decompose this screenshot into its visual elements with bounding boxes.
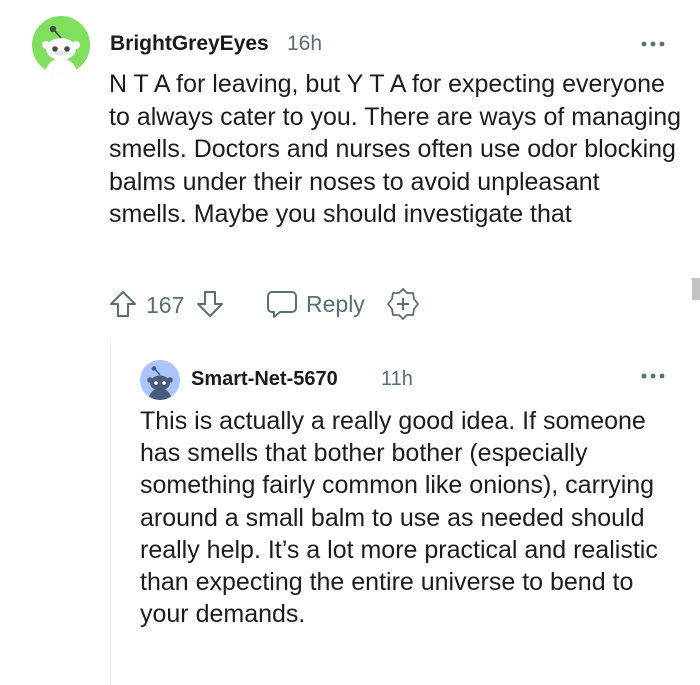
reddit-snoo-icon <box>140 360 180 400</box>
reply-author[interactable]: Smart-Net-5670 <box>191 368 338 391</box>
upvote-button[interactable] <box>108 289 138 319</box>
reply-button[interactable] <box>266 289 298 319</box>
avatar[interactable] <box>32 16 90 74</box>
reply-body: This is actually a really good idea. If … <box>140 407 658 629</box>
reply-label[interactable]: Reply <box>306 291 365 318</box>
upvote-arrow-icon <box>110 291 136 317</box>
award-button[interactable] <box>386 287 420 321</box>
reply-timestamp: 11h <box>381 368 413 390</box>
add-award-icon <box>387 288 419 320</box>
scrollbar-thumb[interactable] <box>692 278 700 300</box>
more-options-icon <box>641 373 665 379</box>
speech-bubble-icon <box>267 291 297 318</box>
comment-timestamp: 16h <box>287 32 323 55</box>
reply-avatar[interactable] <box>140 360 180 400</box>
more-options-icon <box>641 41 665 47</box>
comment-body: N T A for leaving, but Y T A for expecti… <box>109 70 682 228</box>
downvote-arrow-icon <box>197 291 223 317</box>
more-options-button[interactable] <box>638 30 668 58</box>
reddit-snoo-icon <box>32 16 90 74</box>
thread-line[interactable] <box>110 342 111 685</box>
reply-more-options-button[interactable] <box>638 362 668 390</box>
comment-author[interactable]: BrightGreyEyes <box>110 32 269 56</box>
vote-score: 167 <box>146 292 185 318</box>
downvote-button[interactable] <box>195 289 225 319</box>
